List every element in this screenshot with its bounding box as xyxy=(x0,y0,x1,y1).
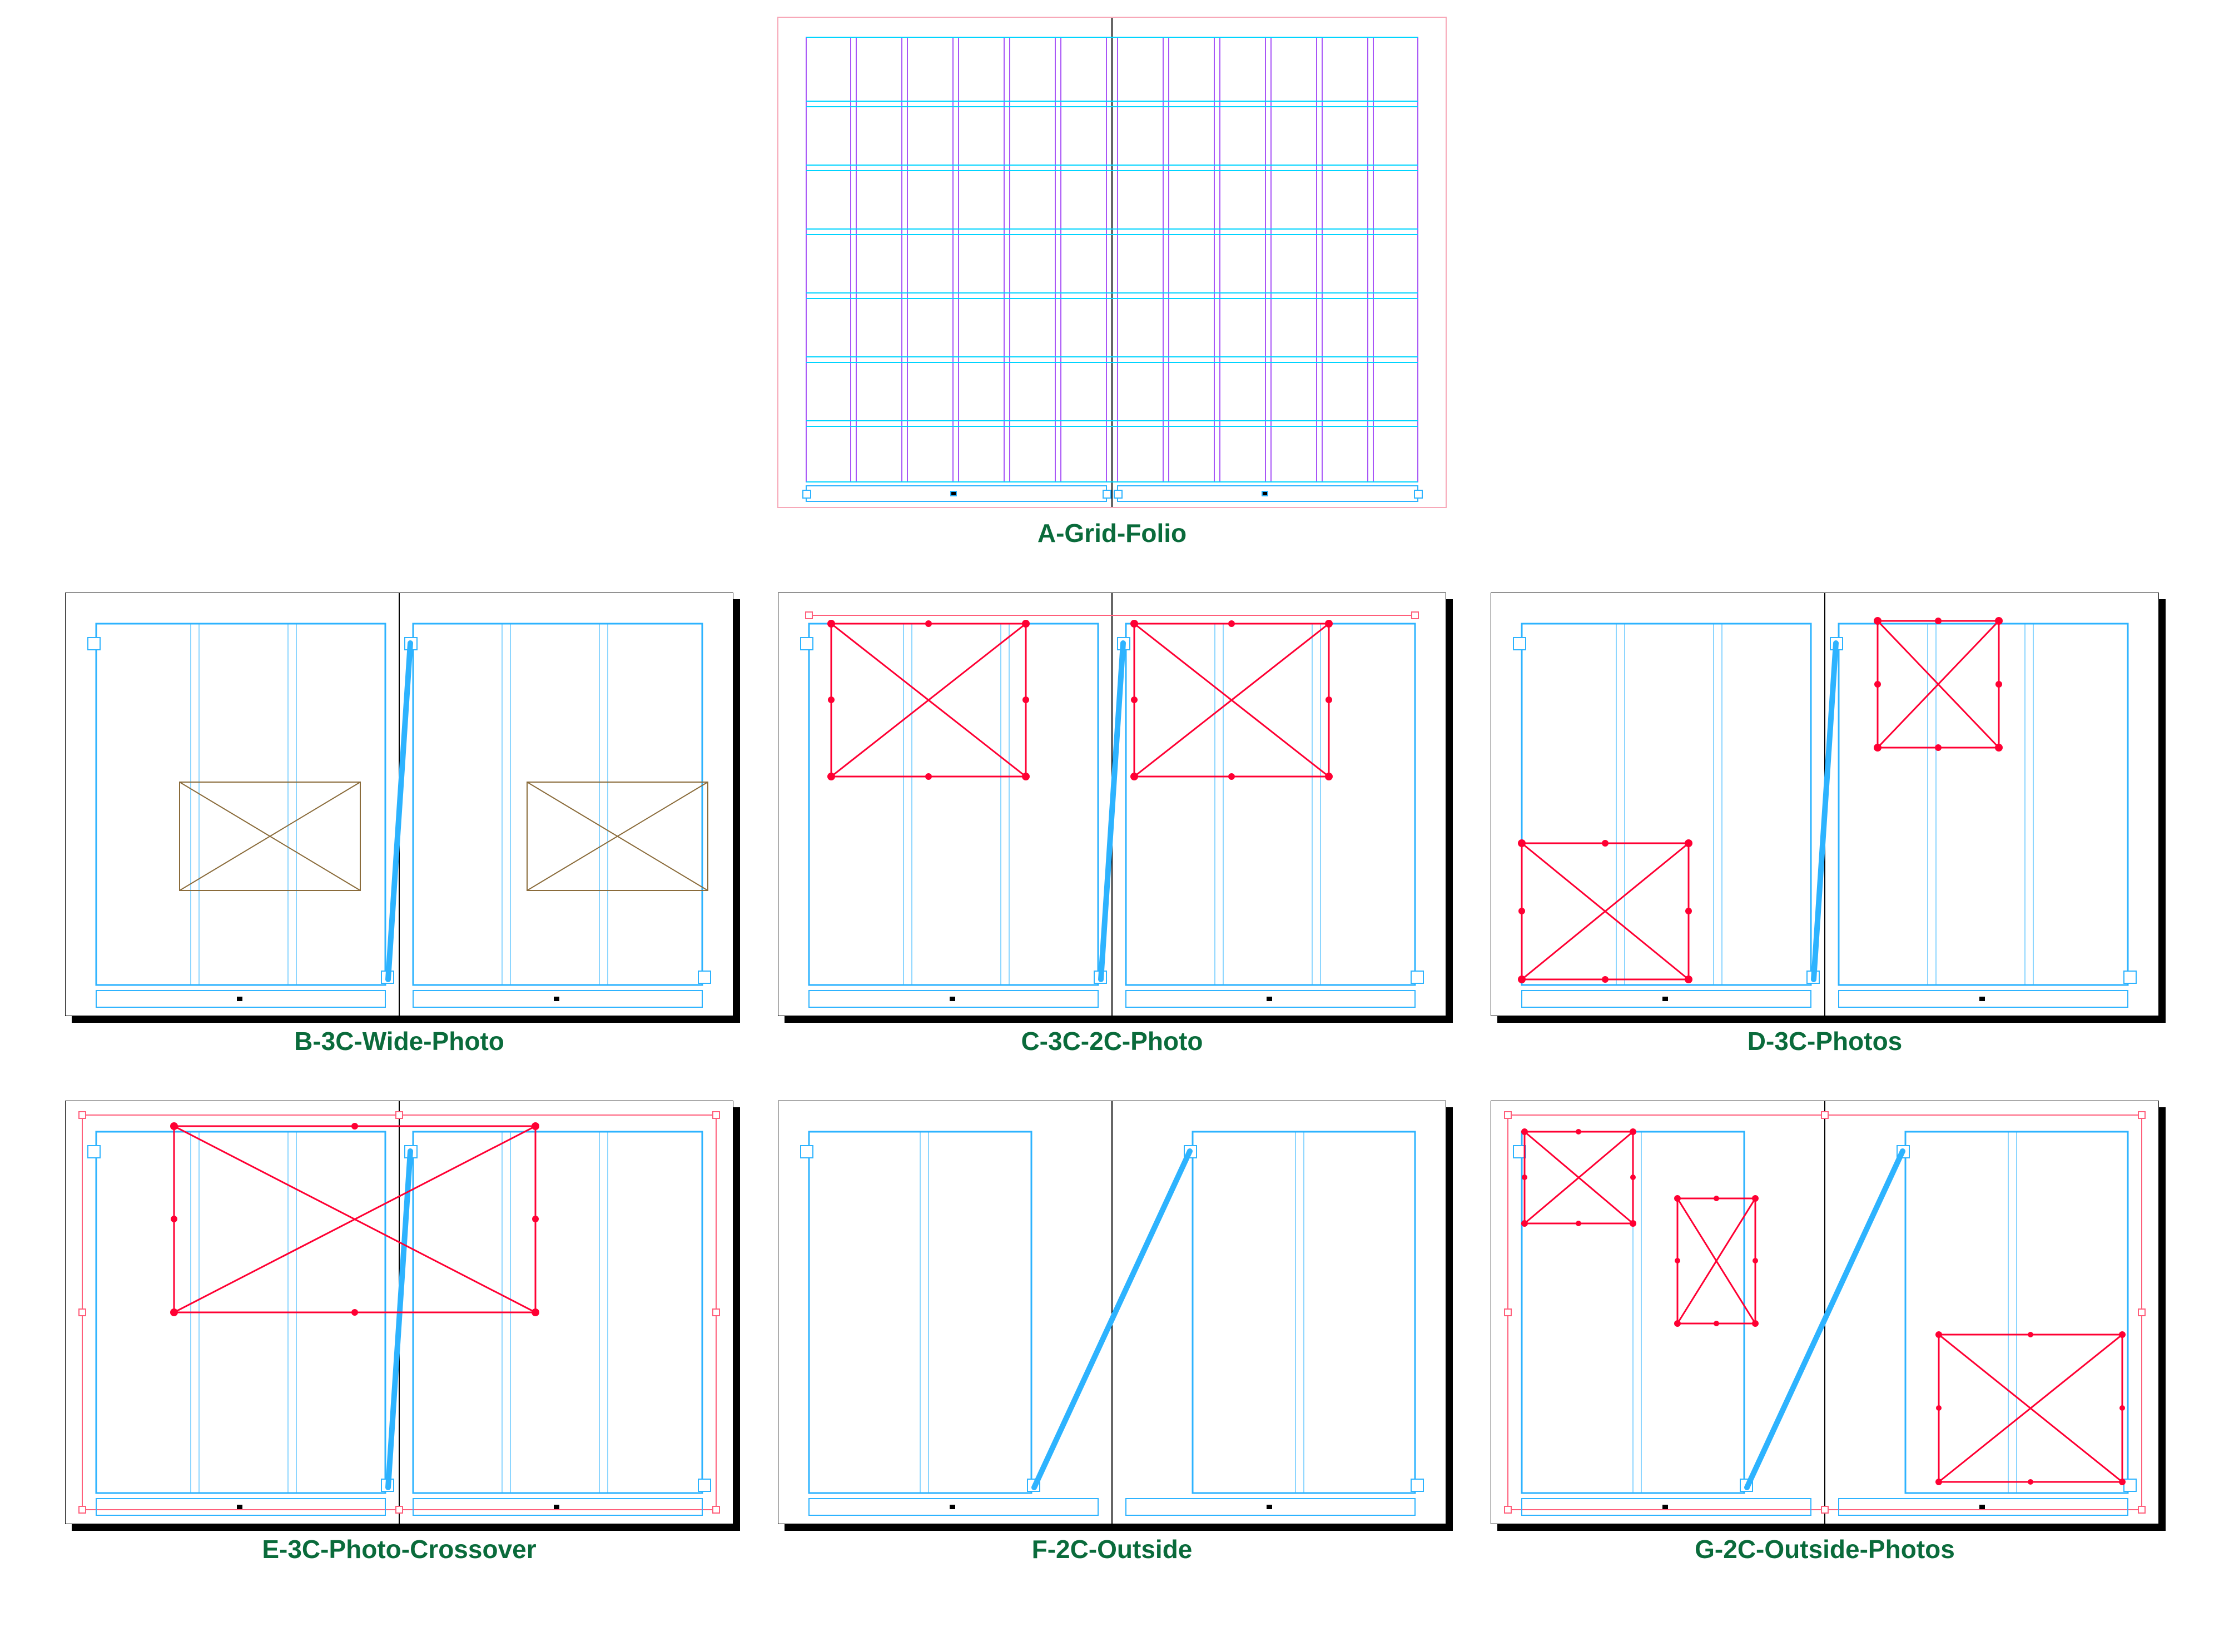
master-label-D: D-3C-Photos xyxy=(1748,1026,1903,1056)
master-cell-A: A-Grid-Folio xyxy=(777,17,1447,548)
master-spread-D[interactable] xyxy=(1491,593,2159,1016)
master-spread-F[interactable] xyxy=(778,1101,1446,1524)
master-spread-E[interactable] xyxy=(65,1101,733,1524)
gallery-row-1: B-3C-Wide-Photo xyxy=(17,593,2207,1056)
master-cell-E: E-3C-Photo-Crossover xyxy=(65,1101,733,1564)
gallery-row-0: A-Grid-Folio xyxy=(17,17,2207,548)
master-spread-A[interactable] xyxy=(777,17,1447,508)
master-label-C: C-3C-2C-Photo xyxy=(1021,1026,1203,1056)
master-pages-gallery: A-Grid-Folio xyxy=(17,17,2207,1564)
master-cell-D: D-3C-Photos xyxy=(1491,593,2159,1056)
master-cell-F: F-2C-Outside xyxy=(778,1101,1446,1564)
master-label-G: G-2C-Outside-Photos xyxy=(1695,1534,1955,1564)
master-label-A: A-Grid-Folio xyxy=(1037,518,1187,548)
master-cell-B: B-3C-Wide-Photo xyxy=(65,593,733,1056)
master-label-B: B-3C-Wide-Photo xyxy=(294,1026,504,1056)
master-spread-C[interactable] xyxy=(778,593,1446,1016)
master-label-E: E-3C-Photo-Crossover xyxy=(262,1534,536,1564)
master-label-F: F-2C-Outside xyxy=(1032,1534,1193,1564)
master-spread-B[interactable] xyxy=(65,593,733,1016)
gallery-row-2: E-3C-Photo-Crossover xyxy=(17,1101,2207,1564)
master-spread-G[interactable] xyxy=(1491,1101,2159,1524)
master-cell-C: C-3C-2C-Photo xyxy=(778,593,1446,1056)
master-cell-G: G-2C-Outside-Photos xyxy=(1491,1101,2159,1564)
